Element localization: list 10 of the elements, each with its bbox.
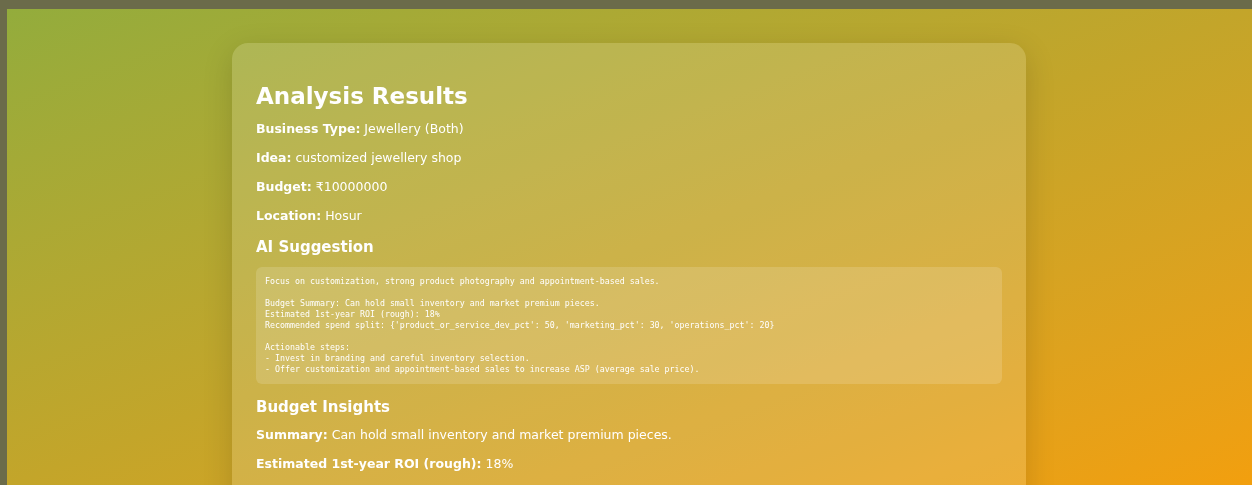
detail-line: Business Type: Jewellery (Both)	[256, 121, 465, 137]
insight-line: Estimated 1st-year ROI (rough): 18%	[256, 456, 515, 472]
page-title: Analysis Results	[256, 82, 469, 111]
section-heading: Budget Insights	[256, 397, 391, 417]
detail-line: Location: Hosur	[256, 208, 363, 224]
section-heading: AI Suggestion	[256, 237, 375, 257]
suggestion-text: Focus on customization, strong product photography and appointment-based sales. Budget Summary: Can hold small inventory and market premium pieces. Estimated 1st-year ROI (rough): 18% Recommended spend split: {'product_or_service_dev_pct': 50, 'marketing_pct': 30, 'operations_pct': 20} Actionable steps: - Invest in branding and careful inventory selection. - Offer customization and appointment-based sales to increase ASP (average sale price).	[256, 267, 1002, 384]
insight-line: Summary: Can hold small inventory and market premium pieces.	[256, 427, 673, 443]
detail-line: Budget: ₹10000000	[256, 179, 389, 195]
detail-line: Idea: customized jewellery shop	[256, 150, 463, 166]
